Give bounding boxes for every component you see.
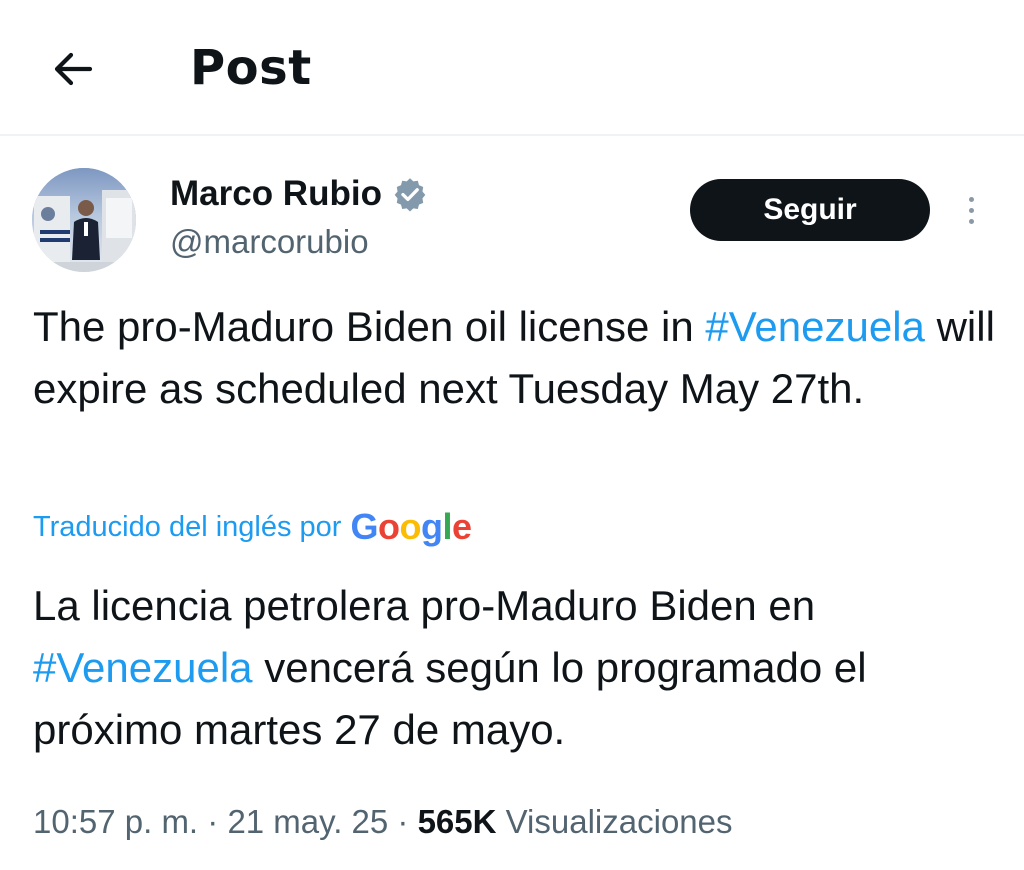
more-vertical-icon-dot bbox=[968, 207, 974, 213]
back-button[interactable] bbox=[40, 36, 106, 102]
more-vertical-icon-dot bbox=[968, 218, 974, 224]
tweet-text: The pro-Maduro Biden oil license in #Ven… bbox=[33, 296, 1003, 420]
verified-badge-icon bbox=[394, 178, 426, 212]
more-vertical-icon-dot bbox=[968, 196, 974, 202]
hashtag-link[interactable]: #Venezuela bbox=[33, 644, 253, 691]
meta-separator: · bbox=[198, 803, 228, 840]
tweet-date[interactable]: 21 may. 25 bbox=[227, 803, 388, 840]
author-handle[interactable]: @marcorubio bbox=[170, 220, 369, 264]
translation-attribution[interactable]: Traducido del inglés por Google bbox=[33, 502, 472, 552]
google-logo-letter: e bbox=[451, 506, 472, 547]
google-logo-letter: l bbox=[442, 506, 452, 547]
avatar[interactable] bbox=[32, 168, 136, 272]
google-logo-letter: G bbox=[350, 506, 378, 547]
author-name-row[interactable]: Marco Rubio bbox=[170, 172, 428, 216]
arrow-left-icon bbox=[54, 52, 93, 86]
translated-text-part: La licencia petrolera pro-Maduro Biden e… bbox=[33, 582, 816, 629]
tweet-meta: 10:57 p. m. · 21 may. 25 · 565K Visualiz… bbox=[33, 800, 733, 844]
tweet-text-part: The pro-Maduro Biden oil license in bbox=[33, 303, 706, 350]
views-count: 565K bbox=[417, 803, 497, 840]
google-logo-letter: g bbox=[420, 506, 443, 547]
translated-by-label[interactable]: Traducido del inglés por bbox=[33, 507, 341, 547]
hashtag-link[interactable]: #Venezuela bbox=[705, 303, 925, 350]
google-logo-letter: o bbox=[399, 506, 421, 547]
views-label: Visualizaciones bbox=[505, 803, 733, 840]
google-logo-letter: o bbox=[377, 506, 400, 547]
page-title: Post bbox=[190, 40, 312, 96]
tweet-time[interactable]: 10:57 p. m. bbox=[33, 803, 198, 840]
top-app-bar: Post bbox=[0, 0, 1024, 136]
profile-photo bbox=[32, 168, 136, 272]
translated-tweet-text: La licencia petrolera pro-Maduro Biden e… bbox=[33, 575, 1013, 761]
follow-button[interactable]: Seguir bbox=[690, 179, 930, 241]
google-logo: Google bbox=[350, 506, 472, 547]
meta-separator: · bbox=[388, 803, 418, 840]
author-name[interactable]: Marco Rubio bbox=[170, 172, 382, 216]
more-options-button[interactable] bbox=[956, 190, 986, 230]
